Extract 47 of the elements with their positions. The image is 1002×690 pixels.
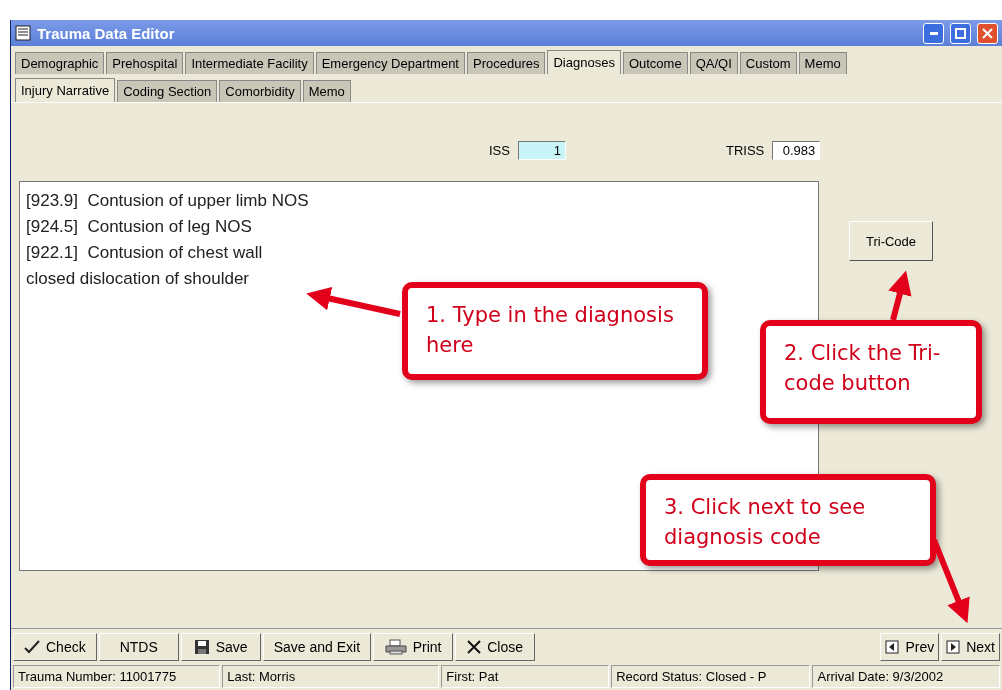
tab[interactable]: Demographic [15,52,105,74]
close-icon [982,27,993,39]
tab[interactable]: Emergency Department [315,52,465,74]
window-title: Trauma Data Editor [37,24,176,42]
score-label: ISS [489,142,510,158]
minimize-button[interactable] [923,22,944,44]
sub-tab[interactable]: Comorbidity [219,80,301,102]
status-field: Last: Morris [222,665,440,688]
tab[interactable]: QA/QI [689,52,738,74]
status-field: First: Pat [441,665,610,688]
sub-tab[interactable]: Coding Section [117,80,218,102]
tab[interactable]: Custom [739,52,797,74]
tab[interactable]: Prehospital [106,52,184,74]
tricode-callout: 2. Click the Tri-code button [760,320,982,424]
printer-icon [384,639,407,655]
score-field[interactable]: 0.983 [772,140,821,160]
status-field: Record Status: Closed - P [611,665,811,688]
nav-button[interactable]: Next [941,633,1000,661]
score-label: TRISS [725,142,765,158]
tab[interactable]: Memo [798,52,847,74]
next-callout: 3. Click next to see diagnosis code [640,474,936,566]
tri-code-button[interactable]: Tri-Code [849,221,933,261]
close-icon [467,640,482,654]
toolbar-button[interactable]: Save and Exit [262,633,372,661]
callout-arrow [888,270,912,321]
close-window-button[interactable] [977,22,998,44]
check-icon [24,640,40,654]
tab[interactable]: Procedures [467,52,546,74]
app-icon [15,25,31,41]
toolbar-button[interactable]: Close [455,633,536,661]
toolbar-button[interactable]: Check [13,633,97,661]
sub-tab[interactable]: Injury Narrative [15,78,116,102]
tab[interactable]: Diagnoses [547,50,621,74]
sub-tab[interactable]: Memo [302,80,351,102]
status-field: Trauma Number: 11001775 [13,665,221,688]
toolbar-button[interactable]: Save [180,633,261,661]
status-field: Arrival Date: 9/3/2002 [812,665,1000,688]
maximize-button[interactable] [950,22,971,44]
score-field[interactable]: 1 [517,140,566,160]
nav-button[interactable]: Prev [880,633,940,661]
tab[interactable]: Outcome [622,52,688,74]
minimize-icon [929,31,938,35]
tab[interactable]: Intermediate Facility [185,52,314,74]
toolbar-button[interactable]: Print [373,633,454,661]
toolbar-button[interactable]: NTDS [98,633,179,661]
maximize-icon [955,27,966,39]
diagnosis-callout: 1. Type in the diagnosis here [402,282,708,380]
